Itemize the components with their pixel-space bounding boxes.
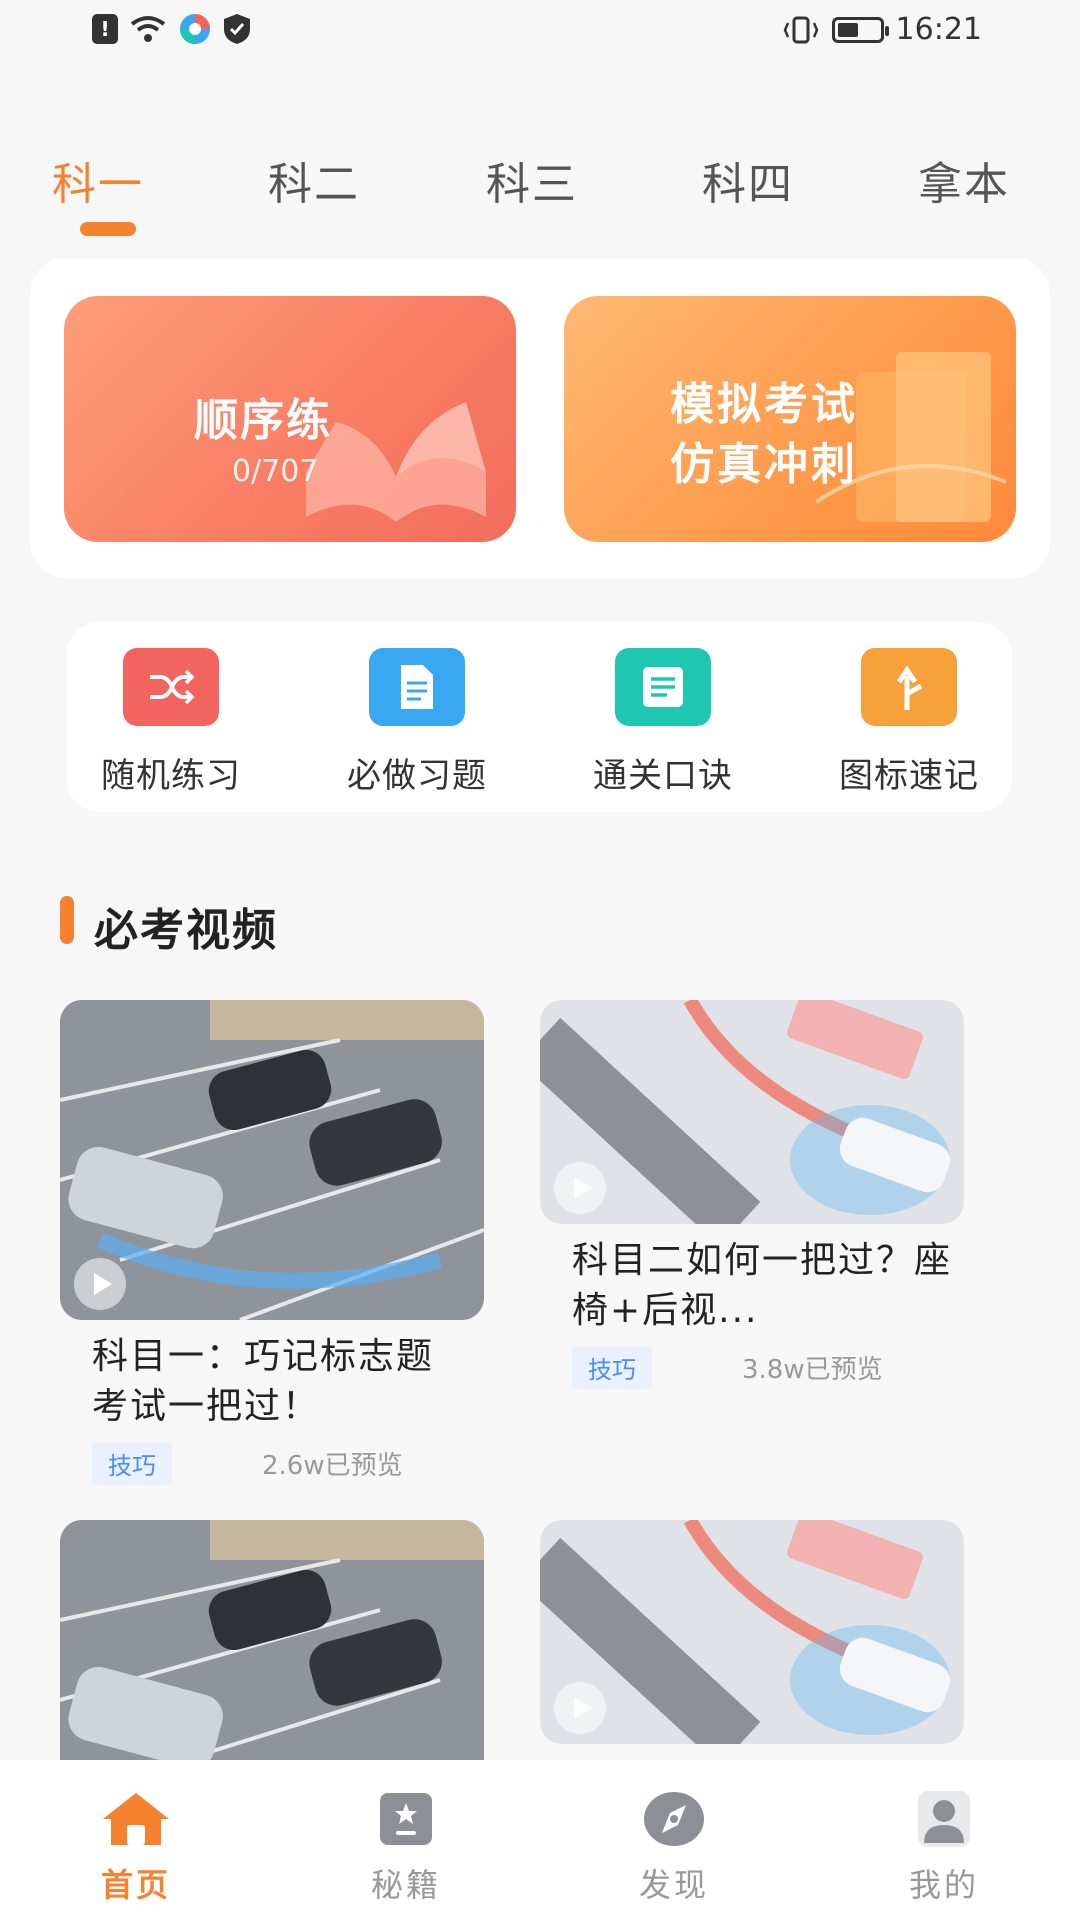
section-title: 必考视频 (94, 905, 278, 956)
tab-subject-4[interactable]: 科四 (702, 148, 794, 212)
notes-icon (615, 648, 711, 726)
tab-subject-1[interactable]: 科一 (52, 148, 144, 212)
video-title: 科目一：巧记标志题 考试一把过！ (92, 1336, 435, 1427)
video-title: 科目二如何一把过？座椅+后视... (572, 1240, 953, 1331)
mock-exam-subtitle: 仿真冲刺 (670, 439, 858, 490)
nav-tips[interactable]: 秘籍 (326, 1786, 486, 1906)
bottom-nav: 首页 秘籍 发现 我的 (0, 1760, 1080, 1920)
video-card[interactable] (540, 1520, 964, 1744)
profile-icon (907, 1786, 981, 1852)
nav-tips-label: 秘籍 (370, 1866, 441, 1904)
quick-tools: 随机练习 必做习题 通关口诀 图标速记 (66, 622, 1012, 812)
nav-profile-label: 我的 (908, 1866, 979, 1904)
sequential-practice-card[interactable]: 顺序练 0/707 (64, 296, 516, 542)
tool-random-practice[interactable]: 随机练习 (66, 648, 276, 797)
mock-exam-card[interactable]: 模拟考试 仿真冲刺 (564, 296, 1016, 542)
wifi-icon (130, 16, 166, 42)
play-icon (554, 1162, 606, 1214)
tool-random-practice-label: 随机练习 (101, 756, 241, 796)
mock-exam-title: 模拟考试 (670, 379, 858, 430)
sequential-practice-title: 顺序练 (194, 395, 332, 446)
tab-subject-3[interactable]: 科三 (486, 148, 578, 212)
shield-icon (224, 14, 250, 44)
battery-icon (831, 16, 889, 43)
tab-subject-2[interactable]: 科二 (268, 148, 360, 212)
tool-pass-formula[interactable]: 通关口诀 (558, 648, 768, 797)
sign-icon (861, 648, 957, 726)
shuffle-icon (123, 648, 219, 726)
video-card[interactable]: 科目二如何一把过？座椅+后视... 技巧 3.8w已预览 (540, 1000, 964, 1389)
tab-get-license[interactable]: 拿本 (918, 148, 1010, 212)
app-icon (180, 14, 210, 44)
nav-discover-label: 发现 (638, 1866, 709, 1904)
tool-required-questions-label: 必做习题 (347, 756, 487, 796)
video-thumbnail (60, 1000, 484, 1320)
active-tab-indicator (80, 222, 136, 236)
tool-required-questions[interactable]: 必做习题 (312, 648, 522, 797)
video-meta: 技巧 3.8w已预览 (540, 1346, 964, 1389)
status-bar: ! 16:21 (0, 0, 1080, 60)
video-tag: 技巧 (92, 1442, 172, 1485)
video-meta: 技巧 2.6w已预览 (60, 1442, 484, 1485)
alert-icon: ! (92, 14, 118, 44)
tool-pass-formula-label: 通关口诀 (593, 756, 733, 796)
video-views: 3.8w已预览 (742, 1355, 883, 1385)
status-icons-left: ! (92, 12, 252, 46)
subject-tabs: 科一 科二 科三 科四 拿本 (0, 148, 1080, 238)
play-icon (554, 1682, 606, 1734)
nav-discover[interactable]: 发现 (594, 1786, 754, 1906)
section-accent-bar (60, 896, 74, 944)
video-tag: 技巧 (572, 1346, 652, 1389)
video-thumbnail (540, 1000, 964, 1224)
status-icons-right: 16:21 (782, 12, 982, 47)
book-icon (369, 1786, 443, 1852)
home-icon (99, 1786, 173, 1852)
compass-icon (637, 1786, 711, 1852)
status-time: 16:21 (895, 12, 982, 47)
video-thumbnail (540, 1520, 964, 1744)
video-card[interactable]: 科目一：巧记标志题 考试一把过！ 技巧 2.6w已预览 (60, 1000, 484, 1485)
sequential-practice-progress: 0/707 (232, 454, 319, 489)
nav-home[interactable]: 首页 (56, 1786, 216, 1906)
nav-home-label: 首页 (100, 1866, 171, 1904)
tool-sign-memory-label: 图标速记 (839, 756, 979, 796)
document-icon (369, 648, 465, 726)
tool-sign-memory[interactable]: 图标速记 (804, 648, 1014, 797)
vibrate-icon (783, 16, 818, 43)
nav-profile[interactable]: 我的 (864, 1786, 1024, 1906)
play-icon (74, 1258, 126, 1310)
video-views: 2.6w已预览 (262, 1451, 403, 1481)
practice-panel: 顺序练 0/707 模拟考试 仿真冲刺 (30, 258, 1050, 578)
